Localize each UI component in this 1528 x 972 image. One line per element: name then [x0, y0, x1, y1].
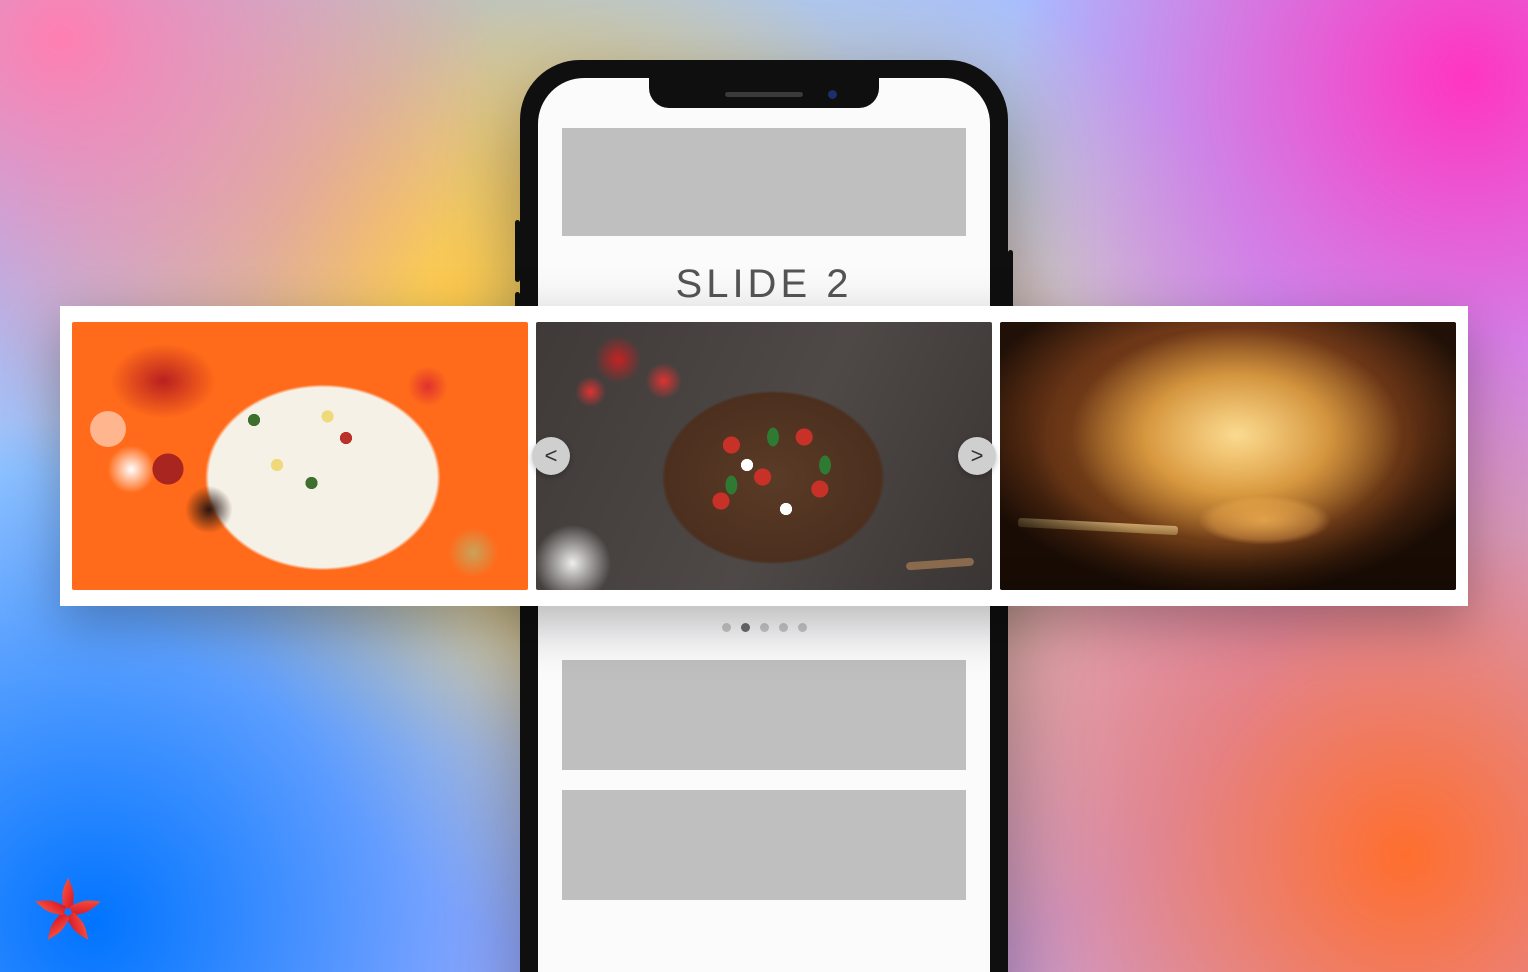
scene: SLIDE 2 < >	[0, 0, 1528, 972]
phone-notch	[649, 78, 879, 108]
placeholder-header	[562, 128, 966, 236]
carousel-prev-button[interactable]: <	[532, 437, 570, 475]
carousel-dot-5[interactable]	[798, 623, 807, 632]
carousel-dot-2[interactable]	[741, 623, 750, 632]
carousel-track	[72, 322, 1456, 590]
carousel-slide-2[interactable]	[536, 322, 992, 590]
carousel-title: SLIDE 2	[562, 262, 966, 307]
placeholder-body-1	[562, 660, 966, 770]
carousel-dot-4[interactable]	[779, 623, 788, 632]
carousel-slide-3[interactable]	[1000, 322, 1456, 590]
phone-volume-up	[515, 220, 520, 282]
carousel-next-button[interactable]: >	[958, 437, 996, 475]
carousel-dots	[562, 623, 966, 632]
placeholder-body-2	[562, 790, 966, 900]
brand-asterisk-icon	[28, 872, 108, 952]
carousel-dot-3[interactable]	[760, 623, 769, 632]
carousel: < >	[60, 306, 1468, 606]
carousel-slide-1[interactable]	[72, 322, 528, 590]
carousel-dot-1[interactable]	[722, 623, 731, 632]
